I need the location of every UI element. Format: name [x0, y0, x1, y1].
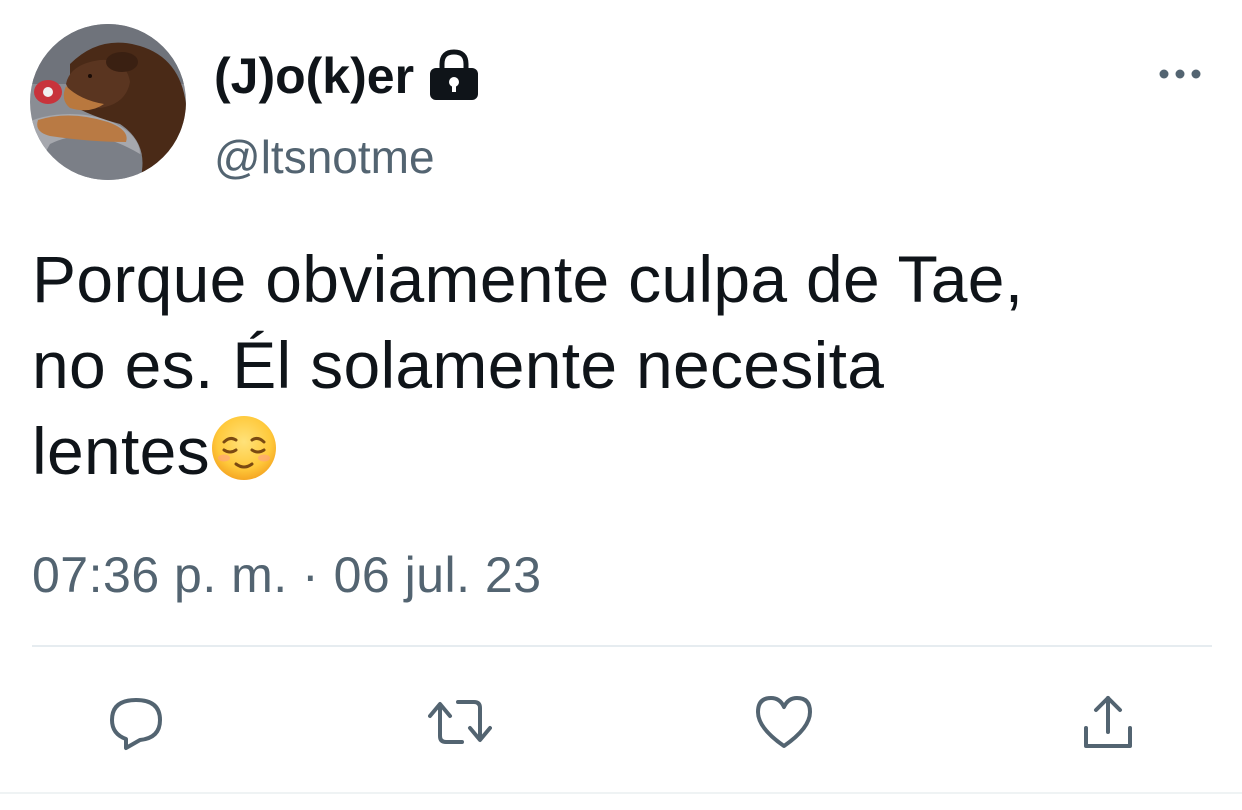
- tweet-text-fragment: lentes: [32, 414, 210, 488]
- author-name-row[interactable]: (J)o(k)er: [214, 44, 482, 108]
- retweet-icon: [428, 700, 492, 744]
- retweet-button[interactable]: [428, 690, 492, 754]
- like-icon: [756, 696, 812, 748]
- tweet-text: Porque obviamente culpa de Tae, no es. É…: [32, 236, 1212, 494]
- relieved-face-emoji: [210, 414, 278, 482]
- more-options-icon[interactable]: [1156, 58, 1204, 88]
- tweet-text-line: no es. Él solamente necesita: [32, 328, 885, 402]
- reply-button[interactable]: [104, 690, 168, 754]
- avatar[interactable]: [30, 24, 186, 180]
- tweet-text-line-with-emoji: lentes: [32, 408, 1212, 494]
- reply-icon: [110, 698, 162, 750]
- lock-icon: [426, 48, 482, 104]
- tweet-text-line: Porque obviamente culpa de Tae,: [32, 242, 1024, 316]
- like-button[interactable]: [752, 690, 816, 754]
- divider: [32, 645, 1212, 647]
- author-handle[interactable]: @ltsnotme: [214, 134, 435, 180]
- tweet-timestamp[interactable]: 07:36 p. m. · 06 jul. 23: [32, 550, 542, 600]
- display-name[interactable]: (J)o(k)er: [214, 51, 414, 101]
- dog-avatar-image: [30, 24, 186, 180]
- share-button[interactable]: [1076, 690, 1140, 754]
- tweet-card: (J)o(k)er @ltsnotme Porque obviamente cu…: [0, 0, 1242, 810]
- share-icon: [1084, 696, 1132, 748]
- bottom-divider: [0, 792, 1242, 794]
